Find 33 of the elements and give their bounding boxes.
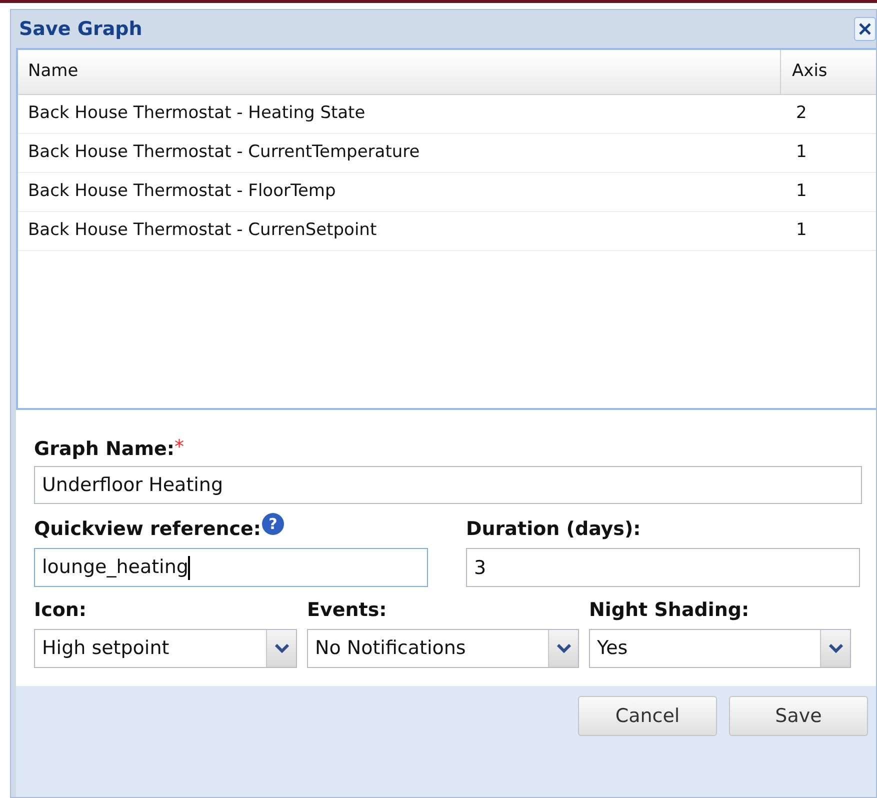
window-title: Save Graph (19, 16, 142, 42)
close-button[interactable] (854, 17, 876, 41)
caret-icon (274, 644, 288, 653)
table-cell-text: 2 (795, 102, 808, 126)
table-cell-text: 1 (795, 219, 808, 242)
save-button[interactable]: Save (729, 696, 868, 736)
help-icon[interactable]: ? (260, 512, 285, 536)
table-cell-text: 1 (795, 180, 808, 204)
field-label: Duration (days): (466, 518, 641, 540)
quickview-field[interactable]: lounge_heating (34, 548, 428, 587)
field-label: Night Shading: (589, 599, 750, 621)
table-cell-text: Back House Thermostat - FloorTemp (27, 180, 337, 204)
caret-icon (556, 644, 570, 653)
column-header[interactable]: Axis (781, 50, 876, 94)
table-cell-text: Back House Thermostat - Heating State (27, 102, 366, 126)
required-asterisk: * (174, 438, 184, 456)
cancel-button[interactable]: Cancel (578, 696, 717, 736)
table-cell-text: 1 (795, 141, 808, 164)
close-icon (858, 22, 872, 36)
dropdown[interactable]: High setpoint (34, 629, 297, 668)
table-cell-text: Back House Thermostat - CurrenSetpoint (27, 219, 378, 242)
field-label: Quickview reference: (34, 518, 261, 540)
caret-icon (828, 644, 842, 653)
dropdown[interactable]: No Notifications (307, 629, 579, 668)
field-label: Graph Name: (34, 438, 175, 460)
dropdown[interactable]: Yes (589, 629, 851, 668)
column-header[interactable]: Name (18, 50, 781, 94)
graph-name-field[interactable]: Underfloor Heating (34, 466, 862, 504)
duration-field[interactable]: 3 (466, 548, 860, 587)
text-cursor (188, 556, 190, 580)
field-label: Events: (307, 599, 387, 621)
table-cell-text: Back House Thermostat - CurrentTemperature (27, 141, 421, 164)
field-label: Icon: (34, 599, 87, 621)
